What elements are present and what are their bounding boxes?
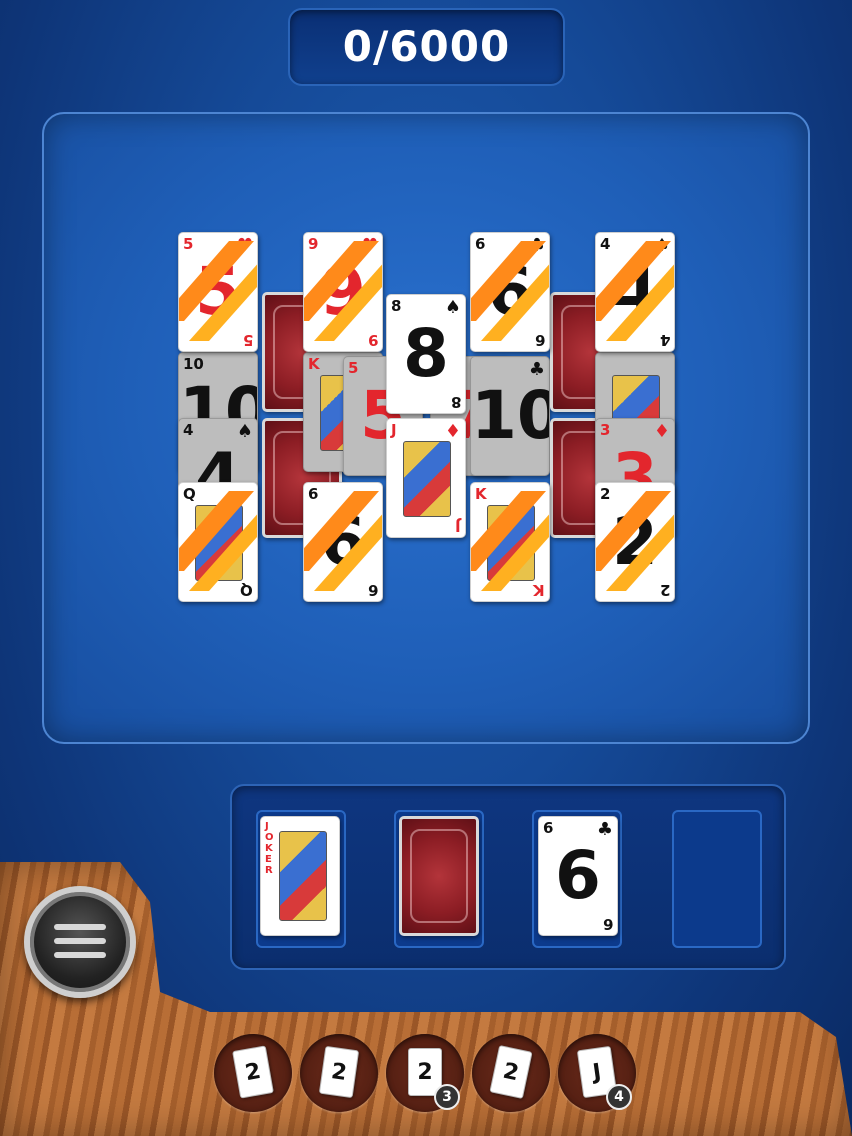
card-rank: 10 xyxy=(183,355,204,373)
powerup-card-icon: 2 xyxy=(232,1045,274,1099)
card-rank: Q xyxy=(183,485,196,503)
card-rank: K xyxy=(308,355,320,373)
card-center-rank: 5 xyxy=(195,253,241,330)
powerup-card-icon: 2 xyxy=(318,1045,360,1099)
queen-figure-icon xyxy=(195,505,243,581)
card-5-hearts[interactable]: 5 ♥ 5 5 xyxy=(178,232,258,352)
card-king-diamonds[interactable]: K K xyxy=(470,482,550,602)
card-rank: 9 xyxy=(308,235,319,253)
powerup-undo-button[interactable]: 2 xyxy=(214,1034,292,1112)
king-figure-icon xyxy=(487,505,535,581)
card-rank: 6 xyxy=(308,485,319,503)
jack-figure-icon xyxy=(403,441,451,517)
powerup-reveal-button[interactable]: 2 xyxy=(300,1034,378,1112)
card-center-rank: 9 xyxy=(320,253,366,330)
powerup-card-icon: 2 xyxy=(489,1044,533,1100)
menu-button[interactable] xyxy=(24,886,136,998)
empty-slot[interactable] xyxy=(672,810,762,948)
card-rank-bottom: K xyxy=(533,581,545,599)
joker-label: JOKER xyxy=(265,821,274,876)
card-center-rank: 8 xyxy=(403,315,449,392)
card-rank-bottom: 8 xyxy=(450,393,461,411)
card-rank: 5 xyxy=(348,359,359,377)
card-center-rank: 6 xyxy=(487,253,533,330)
card-6-clubs[interactable]: 6 ♣ 6 6 xyxy=(470,232,550,352)
hamburger-icon xyxy=(54,924,106,930)
card-rank-bottom: 5 xyxy=(242,331,253,349)
card-rank: 5 xyxy=(183,235,194,253)
joker-card[interactable]: JOKER xyxy=(260,816,340,936)
card-2-spades[interactable]: 2 2 2 xyxy=(595,482,675,602)
card-rank-bottom: 2 xyxy=(659,581,670,599)
card-rank-bottom: 6 xyxy=(367,581,378,599)
card-rank: K xyxy=(475,485,487,503)
card-center-rank: 10 xyxy=(471,377,549,454)
card-8-spades[interactable]: 8 ♠ 8 8 xyxy=(386,294,466,414)
card-rank: 4 xyxy=(600,235,611,253)
hamburger-icon xyxy=(54,952,106,958)
card-rank-bottom: 4 xyxy=(659,331,670,349)
card-center-rank: 6 xyxy=(320,503,366,580)
card-rank-bottom: 9 xyxy=(367,331,378,349)
card-rank: 2 xyxy=(600,485,611,503)
card-rank: 8 xyxy=(391,297,402,315)
card-queen-spades[interactable]: Q Q xyxy=(178,482,258,602)
stock-pile[interactable] xyxy=(399,816,479,936)
card-jack-diamonds[interactable]: J ♦ J xyxy=(386,418,466,538)
card-4-spades-top[interactable]: 4 ♠ 4 4 xyxy=(595,232,675,352)
diamond-icon: ♦ xyxy=(444,421,461,442)
card-10-clubs-gray: ♣ 10 xyxy=(470,356,550,476)
card-center-rank: 4 xyxy=(612,253,658,330)
powerup-clear-button[interactable]: 2 xyxy=(472,1034,550,1112)
card-rank: 4 xyxy=(183,421,194,439)
card-6-spades[interactable]: 6 6 6 xyxy=(303,482,383,602)
joker-figure-icon xyxy=(279,831,327,921)
card-center-rank: 6 xyxy=(555,837,601,914)
waste-card-6-clubs[interactable]: 6 ♣ 6 6 xyxy=(538,816,618,936)
card-rank: 3 xyxy=(600,421,611,439)
card-rank: 6 xyxy=(543,819,554,837)
card-rank-bottom: Q xyxy=(240,581,253,599)
hamburger-icon xyxy=(54,938,106,944)
powerup-count-badge: 3 xyxy=(434,1084,460,1110)
score-display: 0/6000 xyxy=(288,8,565,86)
card-rank: 6 xyxy=(475,235,486,253)
card-center-rank: 2 xyxy=(612,503,658,580)
powerup-count-badge: 4 xyxy=(606,1084,632,1110)
powerup-wild-button[interactable]: 2 3 xyxy=(386,1034,464,1112)
card-rank-bottom: 6 xyxy=(534,331,545,349)
card-rank-bottom: J xyxy=(455,517,461,535)
card-rank-bottom: 6 xyxy=(602,915,613,933)
card-9-hearts[interactable]: 9 ♥ 9 9 xyxy=(303,232,383,352)
card-rank: J xyxy=(391,421,397,439)
powerup-joker-button[interactable]: J 4 xyxy=(558,1034,636,1112)
